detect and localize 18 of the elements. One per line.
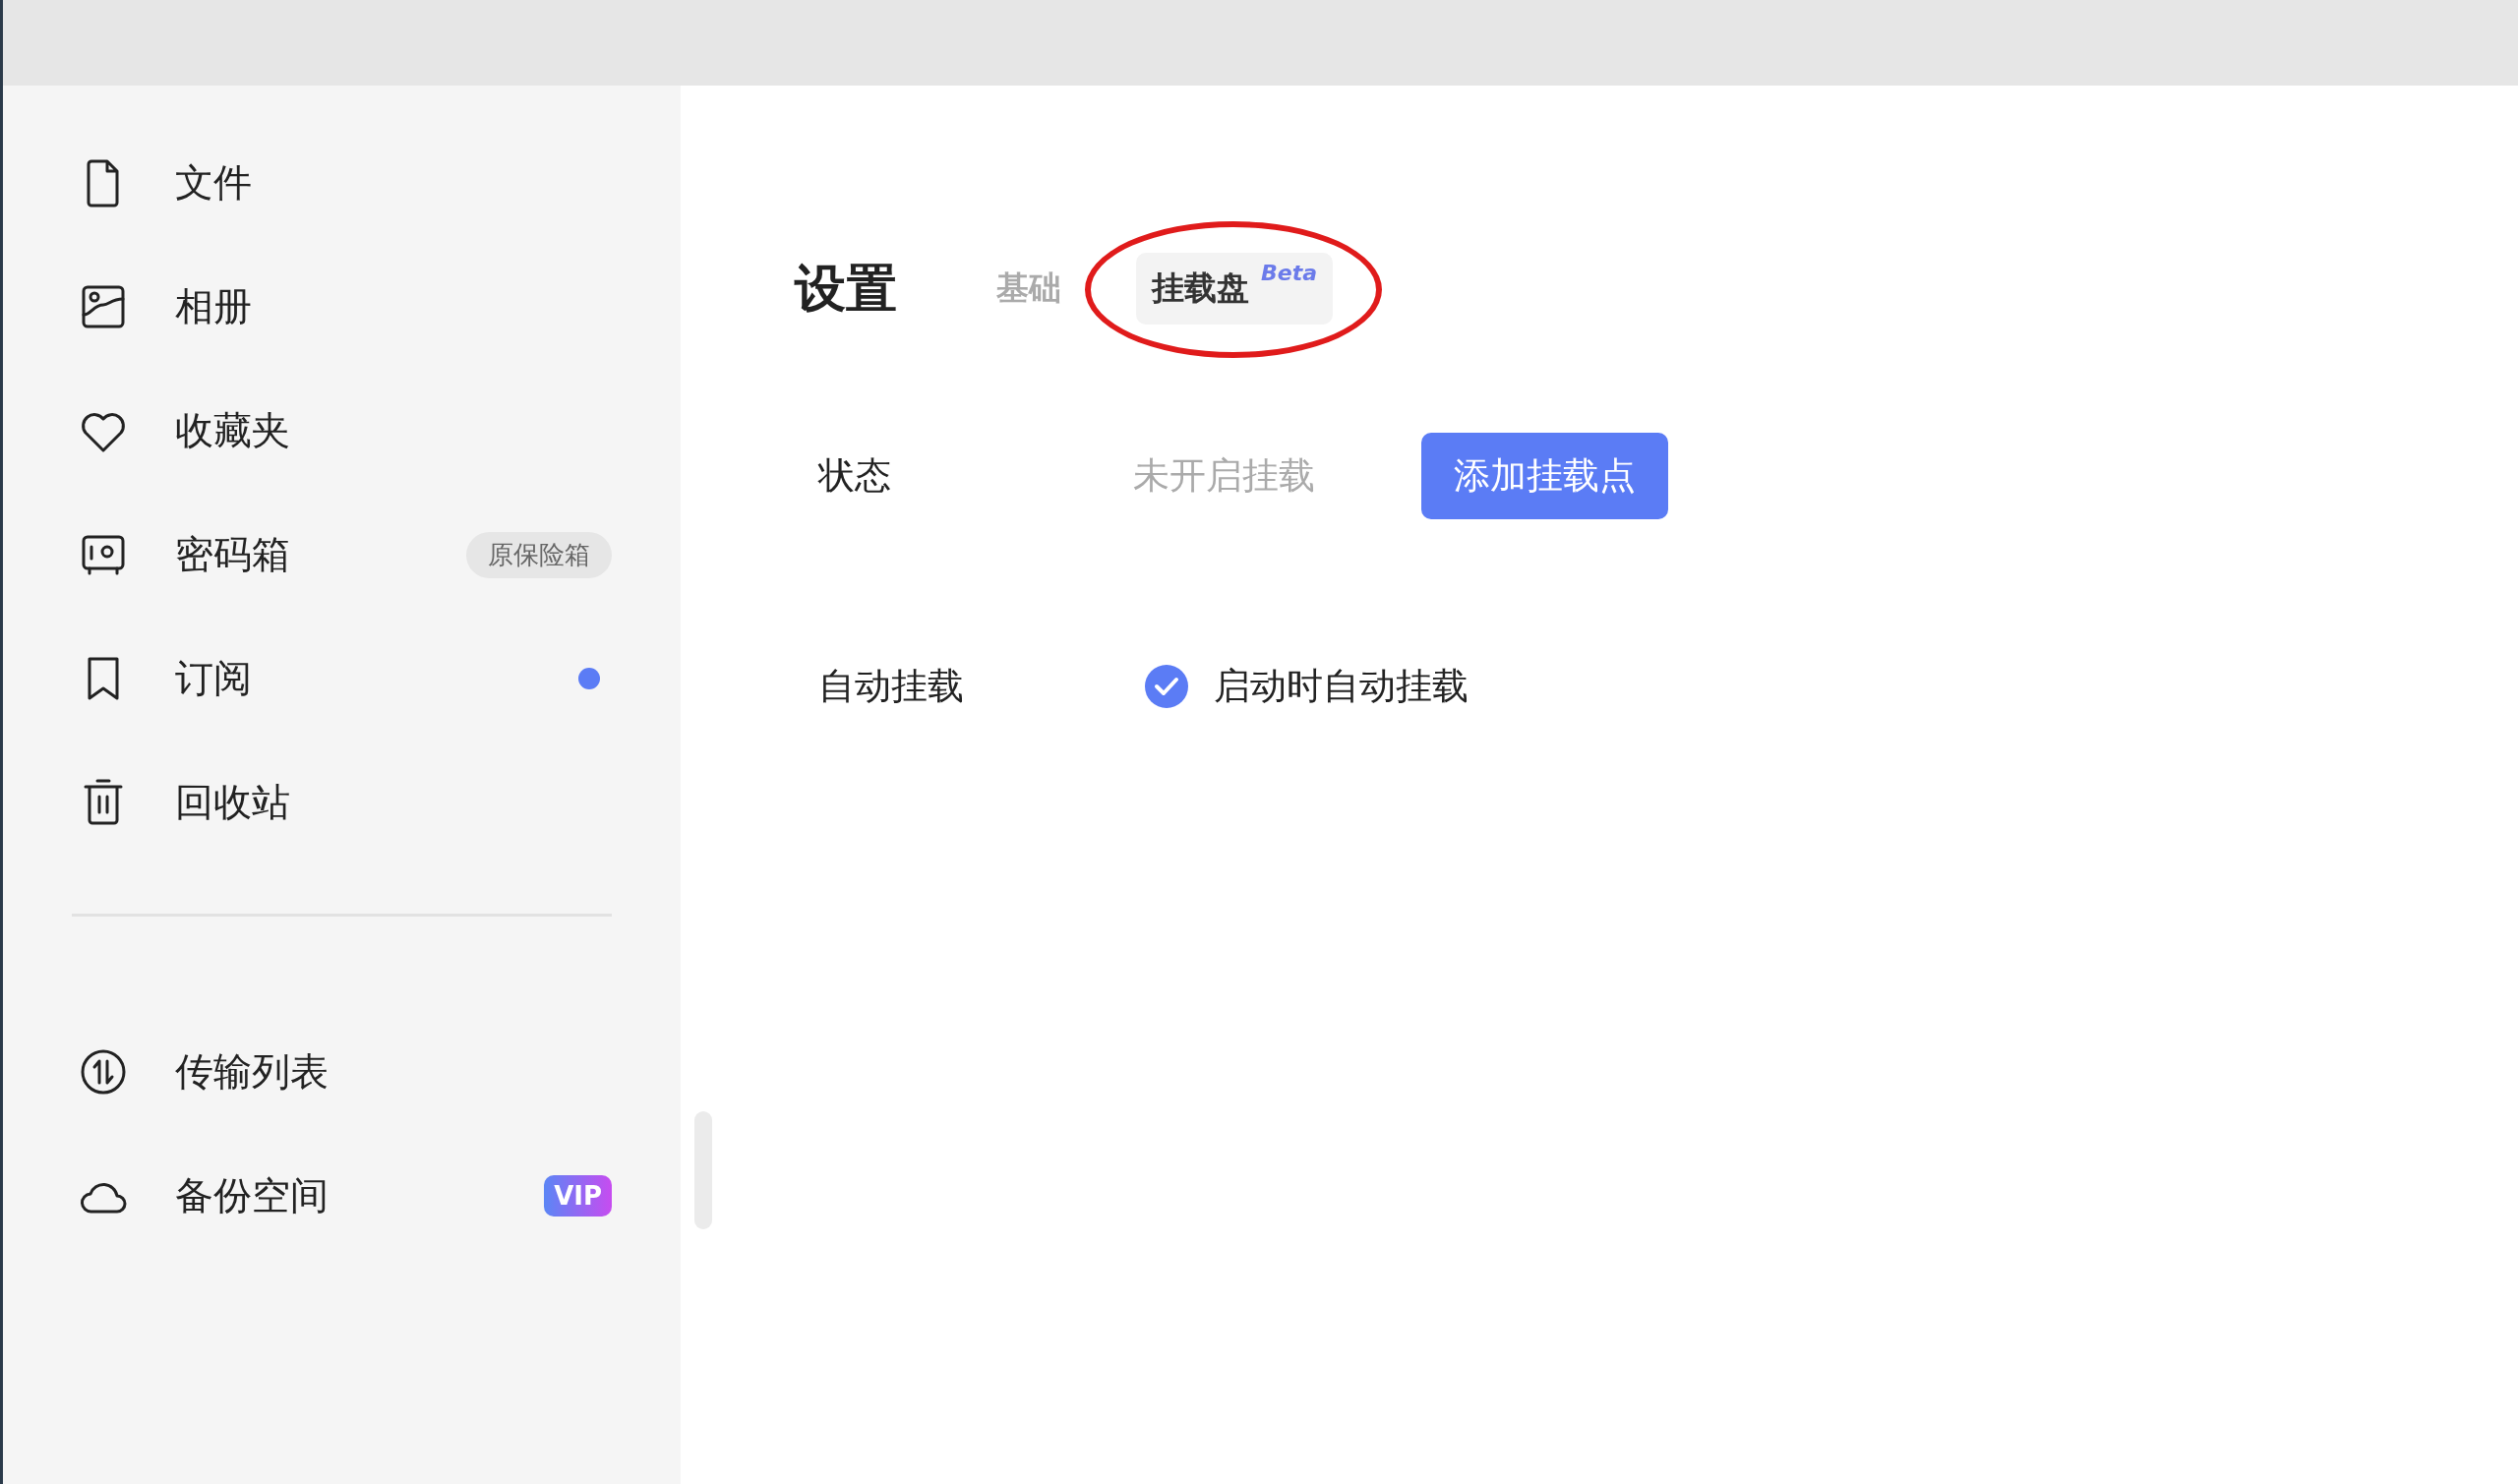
- sidebar-item[interactable]: 相册: [72, 245, 612, 369]
- sidebar-item[interactable]: 密码箱 原保险箱: [72, 493, 612, 617]
- vip-badge: VIP: [544, 1175, 612, 1217]
- sidebar-item[interactable]: 回收站: [72, 741, 612, 864]
- add-mount-button[interactable]: 添加挂载点: [1421, 433, 1668, 519]
- sidebar-item[interactable]: 文件: [72, 121, 612, 245]
- setting-label: 状态: [818, 453, 892, 499]
- label-tag: 原保险箱: [466, 531, 612, 578]
- page-title: 设置: [795, 257, 897, 320]
- sidebar-item[interactable]: 传输列表: [72, 1010, 612, 1134]
- setting-label: 自动挂载: [818, 664, 965, 709]
- sidebar-item[interactable]: 备份空间 VIP: [72, 1134, 612, 1258]
- checkbox-option[interactable]: 启动时自动挂载: [1143, 662, 1469, 711]
- checkbox-icon[interactable]: [1143, 663, 1190, 710]
- tab[interactable]: 挂载盘 Beta: [1136, 253, 1334, 325]
- sidebar-item[interactable]: 订阅: [72, 617, 612, 741]
- status-text: 未开启挂载: [1133, 453, 1316, 499]
- sidebar-item[interactable]: 收藏夹: [72, 369, 612, 493]
